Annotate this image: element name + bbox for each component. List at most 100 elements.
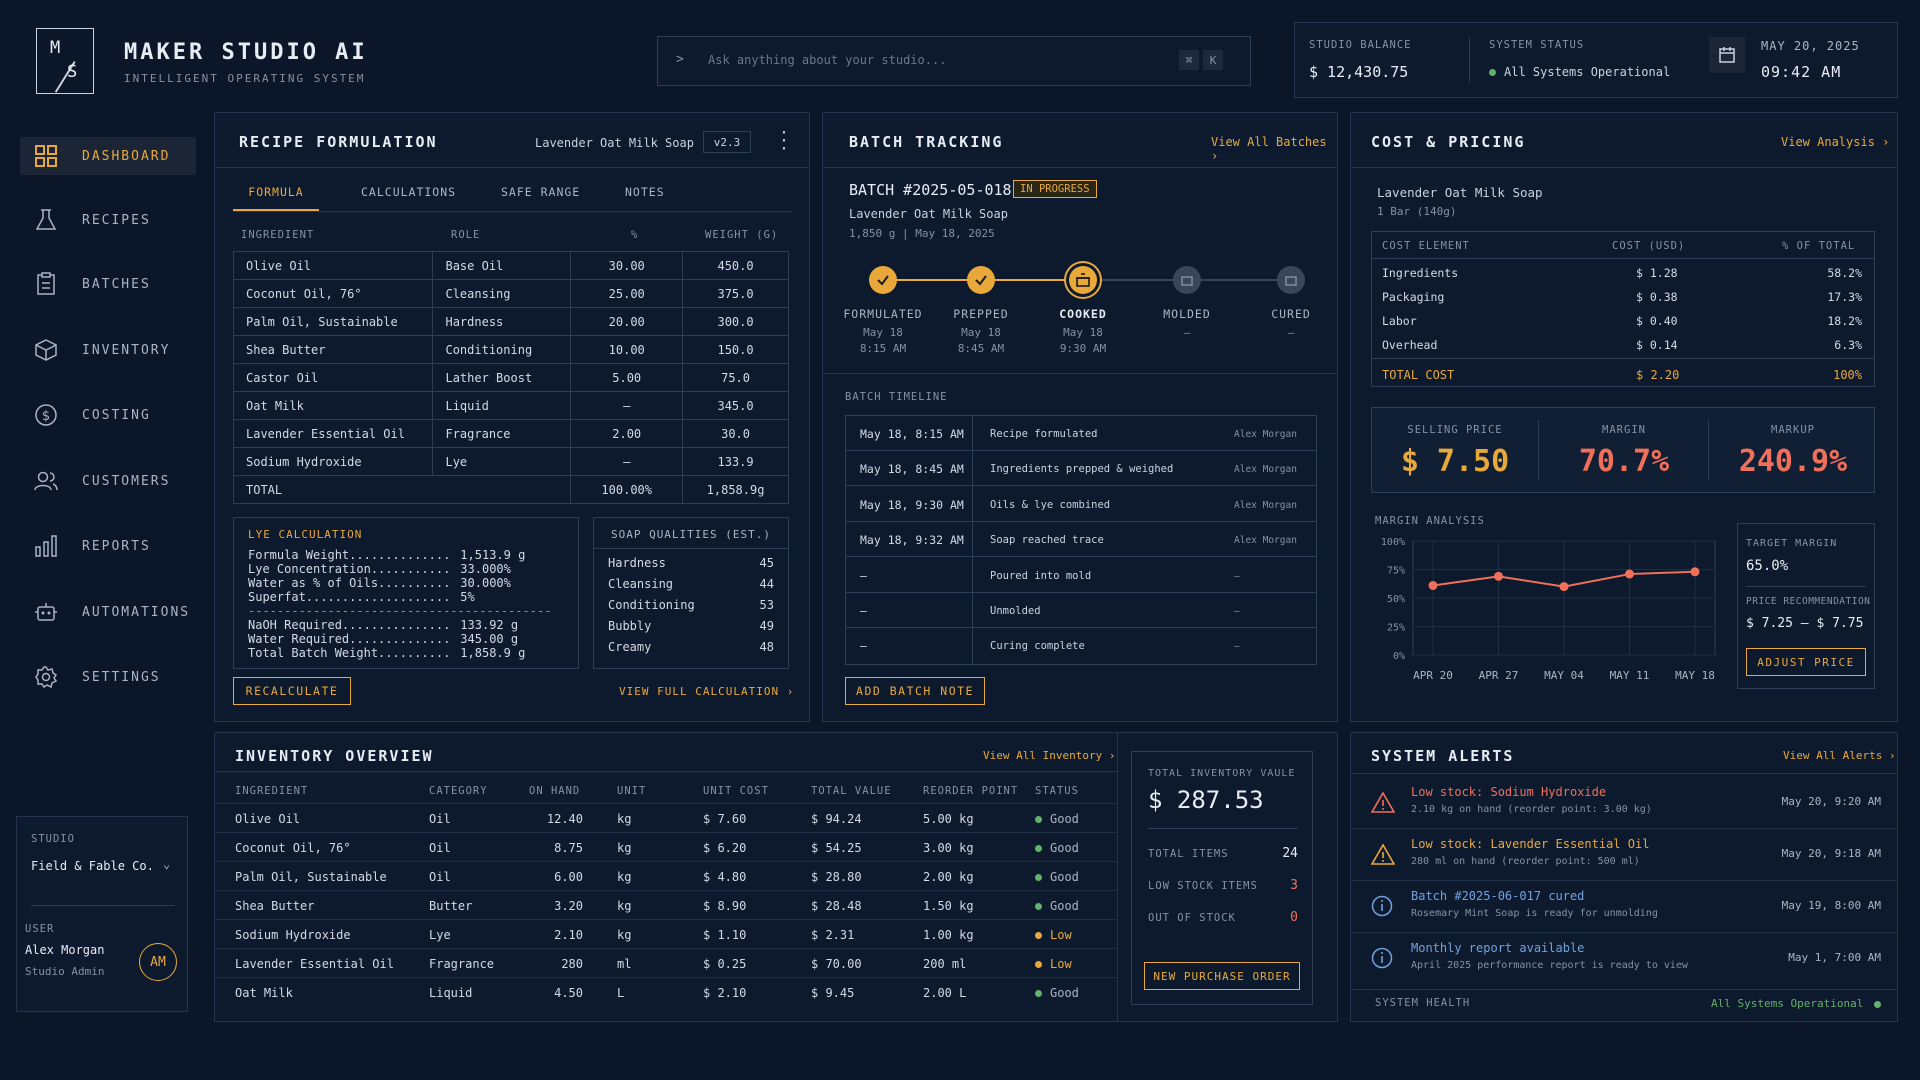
inventory-cell: $ 0.25 (703, 957, 747, 971)
nav-dashboard[interactable]: DASHBOARD (20, 137, 196, 175)
table-row[interactable]: Castor Oil Lather Boost 5.00 75.0 (232, 363, 789, 392)
table-row[interactable]: Coconut Oil, 76° Cleansing 25.00 375.0 (232, 279, 789, 308)
nav-inventory[interactable]: INVENTORY (20, 331, 196, 369)
search-input[interactable]: Ask anything about your studio... (708, 53, 946, 67)
inventory-cell: kg (617, 870, 632, 884)
alert-item[interactable]: Monthly report available April 2025 perfo… (1351, 933, 1897, 985)
nav-reports[interactable]: REPORTS (20, 527, 196, 565)
nav-settings[interactable]: SETTINGS (20, 658, 196, 696)
table-row[interactable]: Oat Milk Liquid —345.0 (232, 391, 789, 420)
inventory-cell: 3.00 kg (923, 841, 974, 855)
y-tick-label: 0% (1393, 651, 1405, 662)
table-row[interactable]: Lavender Essential Oil Fragrance 2.00 30.0 (232, 419, 789, 448)
step-date: May 18 (863, 326, 903, 339)
alert-title: Batch #2025-06-017 cured (1411, 889, 1585, 903)
status-dot (1035, 990, 1042, 997)
inventory-row[interactable]: Coconut Oil, 76° Oil 8.75 kg $ 6.20 $ 54.25 3.… (215, 832, 1117, 861)
lye-line-value: 1,858.9 g (460, 646, 526, 660)
nav-customers[interactable]: CUSTOMERS (20, 462, 196, 500)
tab-notes[interactable]: NOTES (625, 185, 665, 199)
nav-label: RECIPES (82, 212, 151, 228)
system-health-label: SYSTEM HEALTH (1375, 997, 1471, 1009)
new-purchase-order-button[interactable]: NEW PURCHASE ORDER (1144, 962, 1300, 990)
data-point (1559, 582, 1569, 592)
tab-calculations[interactable]: CALCULATIONS (361, 185, 456, 199)
divider (1351, 989, 1897, 990)
view-all-alerts-link[interactable]: View All Alerts › (1783, 749, 1896, 762)
batch-product: Lavender Oat Milk Soap (849, 207, 1008, 221)
tab-formula[interactable]: FORMULA (233, 185, 319, 199)
lye-line-label: Water Required.............. (248, 632, 451, 646)
table-row[interactable]: Palm Oil, Sustainable Hardness 20.00 300.0 (232, 307, 789, 336)
recalculate-button[interactable]: RECALCULATE (233, 677, 351, 705)
inventory-cell: Palm Oil, Sustainable (235, 870, 387, 884)
search-bar[interactable]: > Ask anything about your studio... ⌘ K (657, 36, 1251, 86)
calendar-icon[interactable] (1709, 37, 1745, 73)
view-analysis-link[interactable]: View Analysis › (1781, 135, 1889, 149)
lye-divider: ----------------------------------------… (248, 604, 552, 618)
chevron-down-icon[interactable]: ⌄ (163, 857, 170, 871)
view-all-inventory-link[interactable]: View All Inventory › (983, 749, 1115, 762)
inventory-row[interactable]: Olive Oil Oil 12.40 kg $ 7.60 $ 94.24 5.00 kg G… (215, 803, 1117, 832)
inventory-cell: $ 54.25 (811, 841, 862, 855)
step-time: 8:15 AM (859, 342, 907, 355)
view-all-batches-link[interactable]: View All Batches › (1211, 135, 1337, 163)
system-status-label: SYSTEM STATUS (1489, 39, 1585, 51)
out-of-stock-value: 0 (1290, 910, 1298, 925)
timeline-user: Alex Morgan (1234, 499, 1297, 511)
inventory-cell: 2.10 (554, 928, 583, 942)
data-point (1494, 571, 1503, 581)
inventory-row[interactable]: Oat Milk Liquid 4.50 L $ 2.10 $ 9.45 2.00 L Goo… (215, 977, 1117, 1006)
tab-safe-range[interactable]: SAFE RANGE (501, 185, 580, 199)
selling-price-label: SELLING PRICE (1407, 424, 1503, 436)
view-full-calculation-link[interactable]: VIEW FULL CALCULATION › (619, 685, 794, 698)
nav-label: SETTINGS (82, 669, 161, 685)
studio-name: Field & Fable Co. (31, 859, 154, 873)
lye-line: Water Required.............. 345.00 g (248, 632, 525, 646)
alert-item[interactable]: Low stock: Lavender Essential Oil 280 ml … (1351, 829, 1897, 881)
alert-title: Low stock: Lavender Essential Oil (1411, 837, 1650, 851)
inventory-row[interactable]: Palm Oil, Sustainable Oil 6.00 kg $ 4.80 $ 28… (215, 861, 1117, 890)
status-cell: Low (1035, 928, 1072, 942)
timeline-row: May 18, 8:45 AM Ingredients prepped & wei… (846, 451, 1316, 487)
timeline-title: BATCH TIMELINE (845, 391, 948, 403)
more-menu-icon[interactable]: · · · (779, 125, 789, 157)
low-stock-value: 3 (1290, 878, 1298, 893)
cost-usd: $ 0.38 (1636, 290, 1678, 304)
alert-item[interactable]: Low stock: Sodium Hydroxide 2.10 kg on ha… (1351, 777, 1897, 829)
adjust-price-button[interactable]: ADJUST PRICE (1746, 648, 1866, 676)
timeline-user: Alex Morgan (1234, 464, 1297, 476)
quality-value: 48 (759, 640, 774, 654)
table-cell: Palm Oil, Sustainable (232, 307, 434, 336)
nav-costing[interactable]: $ COSTING (20, 396, 196, 434)
inventory-row[interactable]: Lavender Essential Oil Fragrance 280 ml $ 0.… (215, 948, 1117, 977)
warning-icon (1370, 843, 1396, 867)
timeline-row: — Curing complete — (846, 628, 1316, 663)
table-cell: 2.00 (570, 419, 684, 448)
nav-automations[interactable]: AUTOMATIONS (20, 593, 196, 631)
info-icon (1371, 947, 1395, 971)
inventory-cell: $ 2.10 (703, 986, 747, 1000)
system-status: All Systems Operational (1489, 65, 1670, 79)
add-batch-note-button[interactable]: ADD BATCH NOTE (845, 677, 985, 705)
table-cell: Hardness (432, 307, 572, 336)
date-display: MAY 20, 2025 (1761, 39, 1860, 53)
inventory-row[interactable]: Shea Butter Butter 3.20 kg $ 8.90 $ 28.48 1.50… (215, 890, 1117, 919)
alert-item[interactable]: Batch #2025-06-017 cured Rosemary Mint So… (1351, 881, 1897, 933)
timeline-user: Alex Morgan (1234, 429, 1297, 440)
version-badge[interactable]: v2.3 (703, 131, 751, 153)
nav-batches[interactable]: BATCHES (20, 265, 196, 303)
table-row[interactable]: Olive Oil Base Oil 30.00 450.0 (232, 251, 789, 280)
nav-recipes[interactable]: RECIPES (20, 201, 196, 239)
alert-time: May 20, 9:20 AM (1781, 795, 1881, 808)
table-row[interactable]: Shea Butter Conditioning 10.00 150.0 (232, 335, 789, 364)
avatar[interactable]: AM (139, 943, 177, 981)
inventory-row[interactable]: Sodium Hydroxide Lye 2.10 kg $ 1.10 $ 2.31 1.0… (215, 919, 1117, 948)
table-row[interactable]: Sodium Hydroxide Lye —133.9 (232, 447, 789, 476)
lye-lines: Formula Weight.............. 1,513.9 g Lye… (248, 548, 525, 604)
table-cell: 300.0 (682, 307, 789, 336)
table-cell: Oat Milk (232, 391, 434, 420)
total-items-value: 24 (1282, 846, 1298, 861)
system-health: All Systems Operational (1711, 997, 1889, 1010)
status-badge: IN PROGRESS (1013, 180, 1097, 198)
